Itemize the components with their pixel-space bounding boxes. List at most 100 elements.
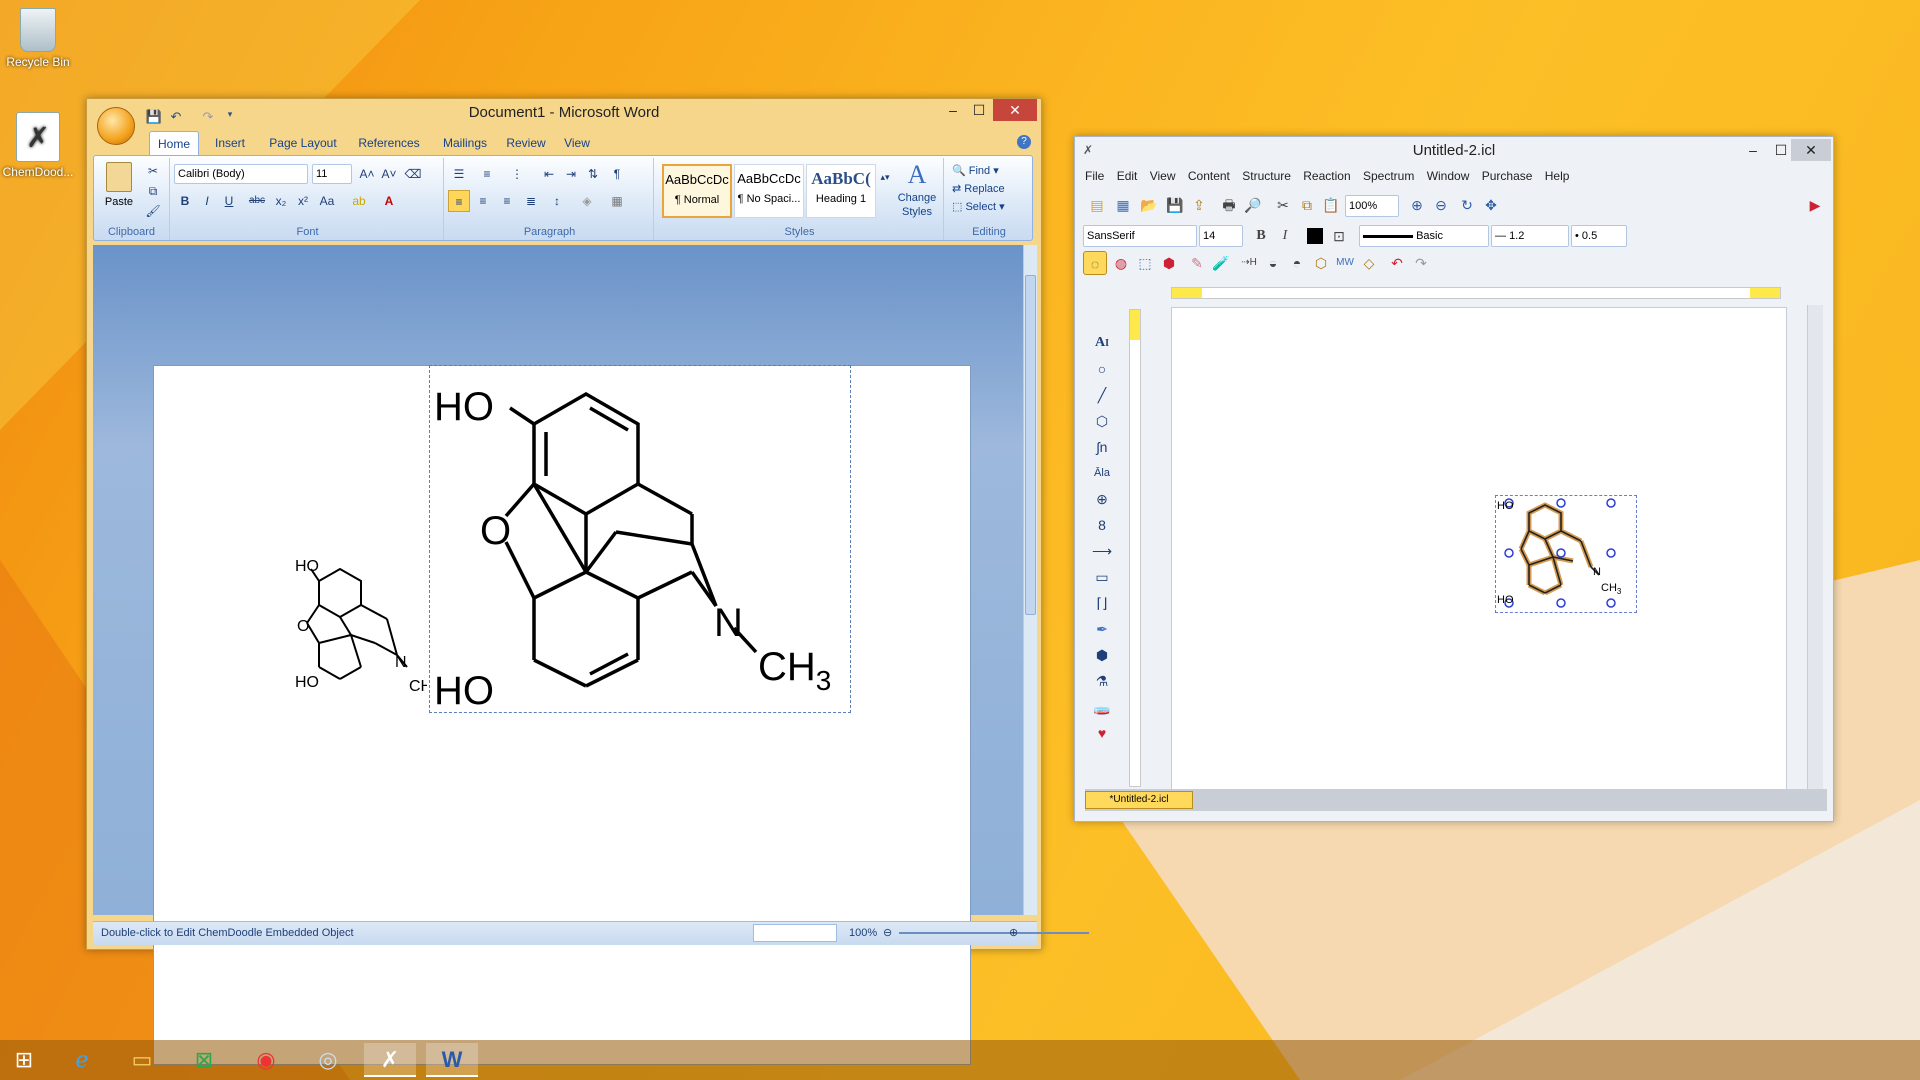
bond-tool-icon[interactable]: ╱ — [1089, 383, 1115, 407]
shape-tool-icon[interactable]: ▭ — [1089, 565, 1115, 589]
text-box-icon[interactable]: ⊡ — [1327, 224, 1351, 248]
show-marks-icon[interactable]: ¶ — [606, 163, 628, 185]
font-size-select[interactable]: 14 — [1199, 225, 1243, 247]
lone-pair-tool-icon[interactable]: 8 — [1089, 513, 1115, 537]
redo-icon[interactable]: ↷ — [1409, 251, 1433, 275]
erase-all-icon[interactable]: ⬢ — [1157, 251, 1181, 275]
styles-scroll-icon[interactable]: ▴▾ — [878, 166, 892, 188]
line-style-select[interactable]: Basic — [1359, 225, 1489, 247]
arrow-tool-icon[interactable]: ⟶ — [1089, 539, 1115, 563]
help-icon[interactable]: ? — [1017, 135, 1031, 149]
shrink-font-icon[interactable]: A˅ — [378, 163, 400, 185]
underline-icon[interactable]: U — [218, 190, 240, 212]
store-icon[interactable]: ⊠ — [178, 1043, 230, 1077]
magic-select-icon[interactable]: ◍ — [1109, 251, 1133, 275]
pen-tool-icon[interactable]: ✒ — [1089, 617, 1115, 641]
change-styles-button[interactable]: A Change Styles — [894, 160, 940, 222]
clean-icon[interactable]: ◒ — [1261, 251, 1285, 275]
align-left-icon[interactable]: ≡ — [448, 190, 470, 212]
shading-icon[interactable]: ◈ — [576, 190, 598, 212]
stamp-icon[interactable]: ◓ — [1285, 251, 1309, 275]
rect-select-icon[interactable]: ⬚ — [1133, 251, 1157, 275]
zoom-slider[interactable] — [899, 932, 1089, 934]
replace-button[interactable]: ⇄ Replace — [952, 182, 1005, 195]
menu-spectrum[interactable]: Spectrum — [1363, 169, 1414, 183]
desktop-icon-recycle-bin[interactable]: Recycle Bin — [0, 8, 78, 69]
copy-icon[interactable]: ⧉ — [1295, 193, 1319, 217]
desktop-icon-chemdoodle[interactable]: ✗ ChemDood... — [0, 112, 78, 179]
bio-tool-icon[interactable]: ♥ — [1089, 721, 1115, 745]
subscript-icon[interactable]: x₂ — [270, 190, 292, 212]
rotate-icon[interactable]: ↻ — [1455, 193, 1479, 217]
maximize-button[interactable]: ☐ — [963, 99, 995, 121]
menu-view[interactable]: View — [1150, 169, 1176, 183]
charge-tool-icon[interactable]: ⊕ — [1089, 487, 1115, 511]
zoom-out-icon[interactable]: ⊖ — [1429, 193, 1453, 217]
grow-font-icon[interactable]: A˄ — [356, 163, 378, 185]
embedded-molecule-small[interactable]: HO O N CH3 HO — [247, 551, 427, 711]
word-taskbar-icon[interactable]: W — [426, 1043, 478, 1077]
menu-help[interactable]: Help — [1545, 169, 1570, 183]
menu-edit[interactable]: Edit — [1117, 169, 1138, 183]
find-button[interactable]: 🔍 Find ▾ — [952, 164, 999, 177]
tab-mailings[interactable]: Mailings — [435, 131, 495, 155]
start-button[interactable]: ⊞ — [0, 1043, 48, 1077]
select-button[interactable]: ⬚ Select ▾ — [952, 200, 1005, 213]
sort-icon[interactable]: ⇅ — [582, 163, 604, 185]
justify-icon[interactable]: ≣ — [520, 190, 542, 212]
tab-page-layout[interactable]: Page Layout — [263, 131, 343, 155]
tab-home[interactable]: Home — [149, 131, 199, 155]
canvas-scrollbar[interactable] — [1807, 305, 1823, 791]
atom-tool-icon[interactable]: ○ — [1089, 357, 1115, 381]
line-width-select[interactable]: — 1.2 — [1491, 225, 1569, 247]
zoom-in-icon[interactable]: ⊕ — [1405, 193, 1429, 217]
font-name-select[interactable]: Calibri (Body) — [174, 164, 308, 184]
multilevel-list-icon[interactable]: ⋮ — [506, 163, 528, 185]
color-swatch-icon[interactable] — [1303, 224, 1327, 248]
save-icon[interactable]: 💾 — [1163, 193, 1187, 217]
menu-window[interactable]: Window — [1427, 169, 1470, 183]
line-spacing-icon[interactable]: ↕ — [546, 190, 568, 212]
lab-tool-icon[interactable]: 🧫 — [1089, 695, 1115, 719]
print-icon[interactable]: 🖶 — [1217, 193, 1241, 217]
chemdoodle-taskbar-icon[interactable]: ✗ — [364, 1043, 416, 1077]
bracket-tool-icon[interactable]: ⌈⌋ — [1089, 591, 1115, 615]
increase-indent-icon[interactable]: ⇥ — [560, 163, 582, 185]
bullets-icon[interactable]: ☰ — [448, 163, 470, 185]
align-center-icon[interactable]: ≡ — [472, 190, 494, 212]
strikethrough-icon[interactable]: abc — [246, 190, 268, 212]
italic-icon[interactable]: I — [196, 190, 218, 212]
font-size-select[interactable]: 11 — [312, 164, 352, 184]
paste-icon[interactable]: 📋 — [1319, 193, 1343, 217]
view-buttons[interactable] — [753, 924, 837, 942]
label-tool-icon[interactable]: Āla — [1089, 461, 1115, 485]
template-tool-icon[interactable]: ⬢ — [1089, 643, 1115, 667]
font-color-icon[interactable]: A — [378, 190, 400, 212]
italic-icon[interactable]: I — [1273, 224, 1297, 248]
copy-icon[interactable]: ⧉ — [142, 180, 164, 202]
hydrogens-icon[interactable]: ⇢H — [1237, 251, 1261, 275]
superscript-icon[interactable]: x² — [292, 190, 314, 212]
open-icon[interactable]: 📂 — [1137, 193, 1161, 217]
tab-insert[interactable]: Insert — [205, 131, 255, 155]
tab-view[interactable]: View — [555, 131, 599, 155]
zoom-out-icon[interactable]: ⊖ — [883, 922, 892, 944]
document-tab[interactable]: *Untitled-2.icl — [1085, 791, 1193, 809]
ring-icon[interactable]: ⬡ — [1309, 251, 1333, 275]
style-heading-1[interactable]: AaBbC( Heading 1 — [806, 164, 876, 218]
label-icon[interactable]: ◇ — [1357, 251, 1381, 275]
align-right-icon[interactable]: ≡ — [496, 190, 518, 212]
export-icon[interactable]: ⇪ — [1187, 193, 1211, 217]
clear-formatting-icon[interactable]: ⌫ — [402, 163, 424, 185]
cut-icon[interactable]: ✂ — [1271, 193, 1295, 217]
new-sheet-icon[interactable]: ▦ — [1111, 193, 1135, 217]
vertical-scrollbar[interactable] — [1023, 245, 1037, 915]
menu-structure[interactable]: Structure — [1242, 169, 1291, 183]
tab-review[interactable]: Review — [501, 131, 551, 155]
steam-icon[interactable]: ◎ — [302, 1043, 354, 1077]
bucket-icon[interactable]: 🧪 — [1209, 251, 1233, 275]
highlight-icon[interactable]: ab — [348, 190, 370, 212]
menu-reaction[interactable]: Reaction — [1303, 169, 1350, 183]
numbering-icon[interactable]: ≡ — [476, 163, 498, 185]
undo-icon[interactable]: ↶ — [1385, 251, 1409, 275]
